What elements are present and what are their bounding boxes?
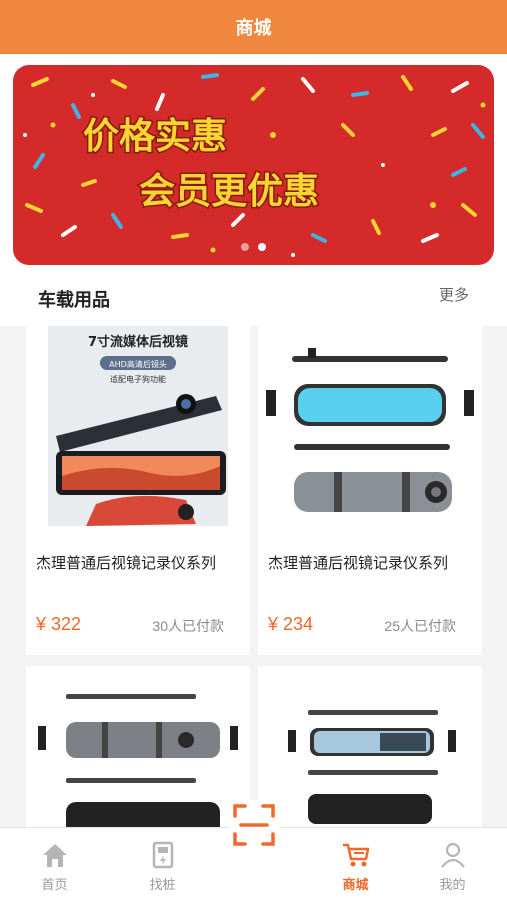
product-price: ¥ 322 — [36, 614, 82, 634]
user-icon — [439, 840, 467, 870]
banner-container: 价格实惠 会员更优惠 — [0, 54, 507, 272]
tab-mall[interactable]: 商城 — [305, 828, 406, 900]
product-name: 杰理普通后视镜记录仪系列 — [36, 555, 217, 572]
product-image: 7寸流媒体后视镜 AHD高清后镜头 适配电子狗功能 — [26, 326, 250, 536]
product-card[interactable] — [26, 666, 250, 836]
product-card[interactable] — [258, 666, 482, 836]
product-price: ¥ 234 — [268, 614, 314, 634]
product-image — [26, 666, 250, 836]
product-card[interactable]: 杰理普通后视镜记录仪系列 ¥ 234 25人已付款 — [258, 326, 482, 655]
product-name: 杰理普通后视镜记录仪系列 — [268, 555, 449, 572]
more-link[interactable]: 更多 — [439, 284, 469, 305]
sold-count: 25人已付款 — [384, 618, 456, 634]
charging-station-icon — [151, 840, 175, 870]
sold-count: 30人已付款 — [152, 618, 224, 634]
tab-label: 商城 — [342, 877, 369, 892]
carousel-dots[interactable] — [13, 243, 494, 251]
product-image — [258, 666, 482, 836]
page-title: 商城 — [235, 18, 272, 38]
product-card[interactable]: 7寸流媒体后视镜 AHD高清后镜头 适配电子狗功能 杰理普通后视镜记录仪系列 ¥… — [26, 326, 250, 655]
tab-home[interactable]: 首页 — [4, 828, 105, 900]
tab-label: 找桩 — [149, 877, 176, 892]
carousel-dot[interactable] — [241, 243, 249, 251]
product-image — [258, 326, 482, 536]
home-icon — [41, 840, 69, 870]
promo-sub2: 适配电子狗功能 — [110, 374, 166, 384]
tab-profile[interactable]: 我的 — [402, 828, 503, 900]
tab-find-station[interactable]: 找桩 — [112, 828, 213, 900]
scan-button[interactable] — [229, 800, 279, 850]
banner-line2: 会员更优惠 — [139, 171, 319, 212]
banner-line1: 价格实惠 — [83, 116, 227, 157]
tab-label: 首页 — [41, 877, 68, 892]
promo-banner[interactable]: 价格实惠 会员更优惠 — [13, 65, 494, 265]
scan-icon — [233, 804, 275, 846]
carousel-dot-active[interactable] — [258, 243, 266, 251]
promo-sub1: AHD高清后镜头 — [109, 359, 167, 369]
section-header: 车载用品 更多 — [0, 272, 507, 326]
tab-label: 我的 — [439, 877, 466, 892]
promo-title: 7寸流媒体后视镜 — [88, 334, 188, 350]
cart-icon — [341, 840, 371, 870]
page-header: 商城 — [0, 0, 507, 54]
section-title: 车载用品 — [38, 290, 110, 310]
confetti-background: 价格实惠 会员更优惠 — [23, 73, 486, 257]
